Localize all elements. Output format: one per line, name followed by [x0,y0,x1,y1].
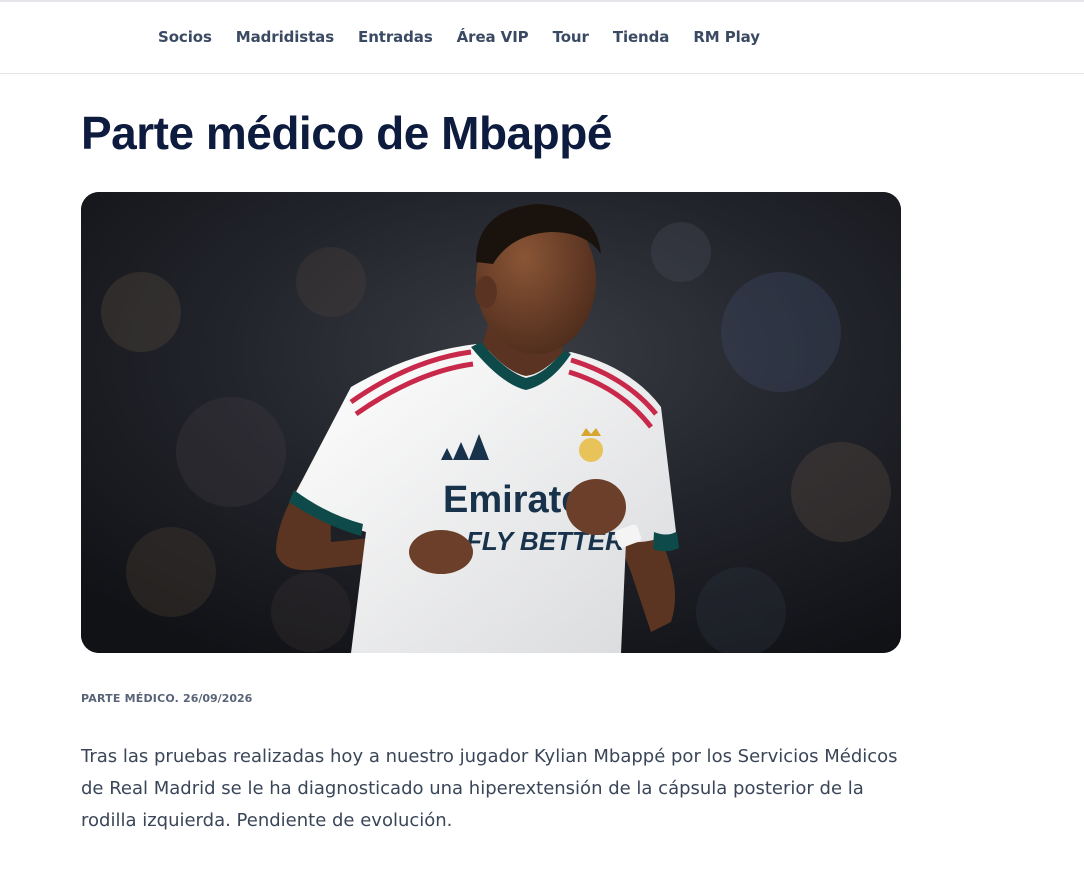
nav-item-tour[interactable]: Tour [553,28,589,46]
club-crest [579,438,603,462]
article-category[interactable]: PARTE MÉDICO. [81,692,179,705]
nav-list: Socios Madridistas Entradas Área VIP Tou… [158,28,760,46]
article-date: 26/09/2026 [183,692,253,705]
nav-item-tienda[interactable]: Tienda [613,28,670,46]
player-photo: Emirates FLY BETTER [81,192,901,653]
nav-item-rm-play[interactable]: RM Play [693,28,760,46]
nav-item-socios[interactable]: Socios [158,28,212,46]
article-body: Tras las pruebas realizadas hoy a nuestr… [81,746,898,831]
article-hero-image: Emirates FLY BETTER [81,192,901,653]
nav-item-madridistas[interactable]: Madridistas [236,28,334,46]
article-meta: PARTE MÉDICO. 26/09/2026 [81,692,252,705]
top-navigation: Socios Madridistas Entradas Área VIP Tou… [0,2,1084,74]
nav-item-area-vip[interactable]: Área VIP [457,28,529,46]
page-title: Parte médico de Mbappé [81,107,612,159]
nav-item-entradas[interactable]: Entradas [358,28,433,46]
